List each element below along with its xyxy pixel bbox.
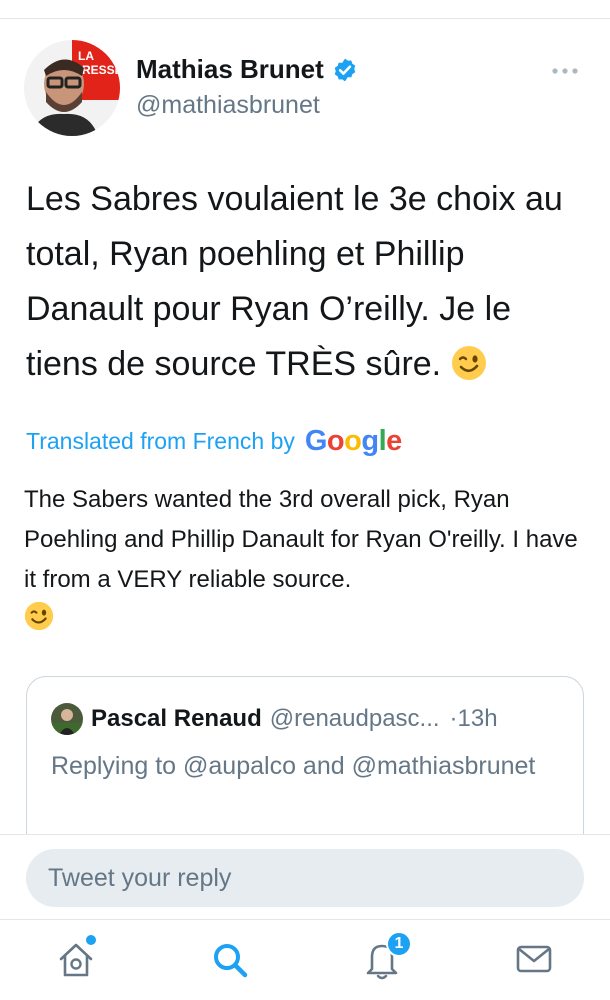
author-avatar[interactable]: LA PRESSE [24,40,120,136]
translated-label[interactable]: Translated from French by [26,428,295,455]
reply-bar: Tweet your reply [0,834,610,920]
tab-messages[interactable] [514,937,554,981]
quoted-replying-to: Replying to @aupalco and @mathiasbrunet [51,752,536,780]
author-handle[interactable]: @mathiasbrunet [136,91,358,120]
quoted-tweet-header: Pascal Renaud @renaudpasc... ·13h [51,703,571,735]
reply-input[interactable]: Tweet your reply [26,849,584,907]
tweet-text: Les Sabres voulaient le 3e choix au tota… [26,172,586,398]
tweet-author: LA PRESSE Mathias Brunet @mathiasbrunet [24,40,584,136]
translation-body: The Sabers wanted the 3rd overall pick, … [24,486,578,593]
verified-badge-icon [332,57,358,83]
google-logo: Google [304,425,402,457]
top-divider [0,18,610,19]
author-name[interactable]: Mathias Brunet [136,54,358,85]
bell-icon[interactable] [362,944,402,985]
author-name-text[interactable]: Mathias Brunet [136,54,324,85]
reply-placeholder[interactable]: Tweet your reply [48,864,231,893]
tab-notifications[interactable]: 1 [362,931,412,981]
svg-text:LA: LA [78,49,94,63]
search-icon[interactable] [210,944,250,985]
mail-icon[interactable] [514,945,554,985]
tab-search[interactable] [210,937,250,981]
winking-face-icon [451,343,487,398]
quoted-author-avatar[interactable] [51,703,83,735]
more-options-icon[interactable] [550,64,580,76]
translated-text: The Sabers wanted the 3rd overall pick, … [24,480,589,644]
bottom-tab-bar: 1 [0,921,610,1000]
translation-attribution[interactable]: Translated from French by Google [26,425,402,458]
quoted-tweet-time: ·13h [449,705,498,732]
quoted-author-name[interactable]: Pascal Renaud [91,705,262,733]
home-icon[interactable] [56,943,96,985]
notification-badge: 1 [386,931,412,957]
tab-home[interactable] [56,935,96,981]
home-new-dot [86,935,96,945]
quoted-author-handle[interactable]: @renaudpasc... [270,705,440,733]
winking-face-icon [24,601,54,644]
